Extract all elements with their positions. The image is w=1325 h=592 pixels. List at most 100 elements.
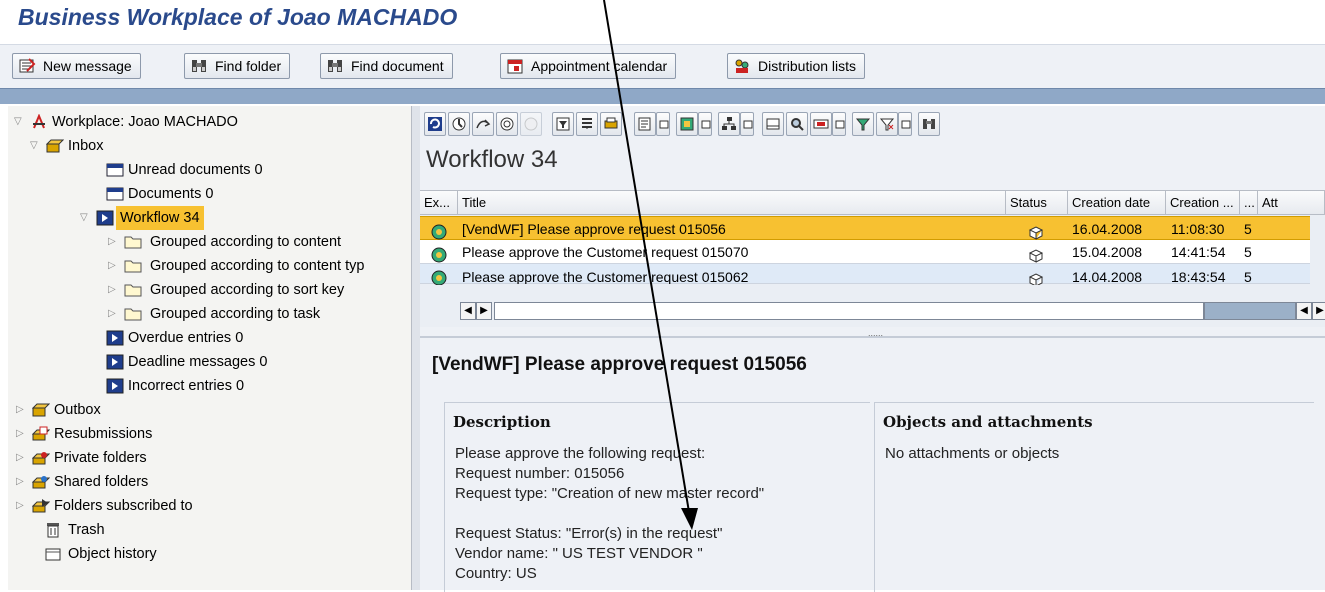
- column-header-ex[interactable]: Ex...: [420, 191, 458, 215]
- new-message-icon: [19, 58, 36, 73]
- collapse-icon[interactable]: ▷: [16, 500, 26, 512]
- scroll-track[interactable]: [494, 302, 1204, 320]
- collapse-icon[interactable]: ▷: [108, 284, 118, 296]
- forward-button[interactable]: [472, 112, 494, 136]
- tree-item-grouped-content[interactable]: ▷ Grouped according to content: [8, 230, 411, 254]
- print-button[interactable]: [600, 112, 622, 136]
- document-view-icon: [638, 117, 651, 131]
- expand-icon[interactable]: ▽: [30, 140, 40, 152]
- tree-item-workplace[interactable]: ▽ Workplace: Joao MACHADO: [8, 110, 411, 134]
- tree-item-unread[interactable]: Unread documents 0: [8, 158, 411, 182]
- delete-filter-icon: [879, 118, 895, 131]
- collapse-icon[interactable]: ▷: [16, 452, 26, 464]
- description-line: Request number: 015056: [455, 465, 625, 482]
- sort-button[interactable]: [576, 112, 598, 136]
- divider-band: [0, 88, 1325, 104]
- scroll-left-icon[interactable]: ◀: [1296, 302, 1312, 320]
- splitter-handle[interactable]: [412, 106, 420, 590]
- dropdown-button[interactable]: [656, 112, 670, 136]
- folder-icon: [124, 284, 142, 297]
- column-header-creation-date[interactable]: Creation date: [1068, 191, 1166, 215]
- new-message-button[interactable]: New message: [12, 53, 141, 79]
- workflow-toolbar: [420, 106, 1325, 142]
- tree-item-inbox[interactable]: ▽ Inbox: [8, 134, 411, 158]
- tree-item-grouped-content-type[interactable]: ▷ Grouped according to content typ: [8, 254, 411, 278]
- appointment-calendar-button[interactable]: Appointment calendar: [500, 53, 677, 79]
- execute-button[interactable]: [448, 112, 470, 136]
- dropdown-button[interactable]: [832, 112, 846, 136]
- structure-button[interactable]: [718, 112, 740, 136]
- tree-item-overdue[interactable]: Overdue entries 0: [8, 326, 411, 350]
- collapse-icon[interactable]: ▷: [16, 428, 26, 440]
- resubmission-icon: [32, 426, 50, 441]
- workflow-panel: Workflow 34 Ex... Title Status Creation …: [420, 106, 1325, 592]
- expand-icon[interactable]: ▽: [80, 212, 90, 224]
- refresh-button[interactable]: [424, 112, 446, 136]
- print-preview-button[interactable]: [762, 112, 784, 136]
- collapse-icon[interactable]: ▷: [16, 476, 26, 488]
- scroll-right-icon[interactable]: ▶: [1312, 302, 1325, 320]
- filter-button[interactable]: [552, 112, 574, 136]
- find-button[interactable]: [918, 112, 940, 136]
- dropdown-button[interactable]: [740, 112, 754, 136]
- column-header-status[interactable]: Status: [1006, 191, 1068, 215]
- attachment-button[interactable]: [676, 112, 698, 136]
- tree-item-grouped-sort-key[interactable]: ▷ Grouped according to sort key: [8, 278, 411, 302]
- document-view-button[interactable]: [634, 112, 656, 136]
- column-header-title[interactable]: Title: [458, 191, 1006, 215]
- workflow-icon: [106, 330, 124, 346]
- window-title: Business Workplace of Joao MACHADO: [18, 4, 458, 30]
- collapse-icon[interactable]: ▷: [16, 404, 26, 416]
- tree-item-documents[interactable]: Documents 0: [8, 182, 411, 206]
- collapse-icon[interactable]: ▷: [108, 260, 118, 272]
- tree-item-outbox[interactable]: ▷ Outbox: [8, 398, 411, 422]
- scroll-left-icon[interactable]: ◀: [460, 302, 476, 320]
- tree-item-incorrect[interactable]: Incorrect entries 0: [8, 374, 411, 398]
- tree-item-private-folders[interactable]: ▷ Private folders: [8, 446, 411, 470]
- document-icon: [106, 187, 124, 201]
- tree-item-subscribed[interactable]: ▷ Folders subscribed to: [8, 494, 411, 518]
- print-preview-icon: [766, 118, 780, 130]
- scroll-thumb[interactable]: [1204, 302, 1296, 320]
- filter-icon: [855, 118, 871, 131]
- find-folder-button[interactable]: Find folder: [184, 53, 291, 79]
- reserve-button[interactable]: [496, 112, 518, 136]
- search-icon: [791, 118, 804, 131]
- dropdown-button[interactable]: [898, 112, 912, 136]
- table-row[interactable]: [VendWF] Please approve request 015056 1…: [420, 216, 1310, 240]
- shared-folder-icon: [32, 476, 50, 489]
- description-section: Description Please approve the following…: [444, 402, 870, 592]
- disabled-icon: [524, 117, 538, 131]
- calendar-icon: [507, 59, 523, 74]
- tree-item-object-history[interactable]: Object history: [8, 542, 411, 566]
- tree-item-deadline[interactable]: Deadline messages 0: [8, 350, 411, 374]
- objects-text: No attachments or objects: [885, 445, 1060, 462]
- layout-button[interactable]: [810, 112, 832, 136]
- collapse-icon[interactable]: ▷: [108, 236, 118, 248]
- disabled-button[interactable]: [520, 112, 542, 136]
- table-row[interactable]: Please approve the Customer request 0150…: [420, 264, 1310, 287]
- column-header-c6[interactable]: ...: [1240, 191, 1258, 215]
- scroll-right-icon[interactable]: ▶: [476, 302, 492, 320]
- search-button[interactable]: [786, 112, 808, 136]
- column-header-creation-time[interactable]: Creation ...: [1166, 191, 1240, 215]
- find-document-button[interactable]: Find document: [320, 53, 453, 79]
- attachment-icon: [680, 117, 694, 131]
- forward-icon: [476, 119, 491, 129]
- column-header-att[interactable]: Att: [1258, 191, 1325, 215]
- horizontal-scrollbar[interactable]: ◀ ▶ ◀ ▶: [460, 302, 1325, 320]
- distribution-lists-button[interactable]: Distribution lists: [727, 53, 866, 79]
- table-row[interactable]: Please approve the Customer request 0150…: [420, 240, 1310, 264]
- description-line: Request Status: "Error(s) in the request…: [455, 525, 723, 542]
- expand-icon[interactable]: ▽: [14, 116, 24, 128]
- set-filter-button[interactable]: [852, 112, 874, 136]
- workflow-icon: [96, 210, 114, 226]
- tree-item-trash[interactable]: Trash: [8, 518, 411, 542]
- tree-item-resubmissions[interactable]: ▷ Resubmissions: [8, 422, 411, 446]
- collapse-icon[interactable]: ▷: [108, 308, 118, 320]
- tree-item-workflow[interactable]: ▽ Workflow 34: [8, 206, 411, 230]
- tree-item-shared-folders[interactable]: ▷ Shared folders: [8, 470, 411, 494]
- tree-item-grouped-task[interactable]: ▷ Grouped according to task: [8, 302, 411, 326]
- delete-filter-button[interactable]: [876, 112, 898, 136]
- dropdown-button[interactable]: [698, 112, 712, 136]
